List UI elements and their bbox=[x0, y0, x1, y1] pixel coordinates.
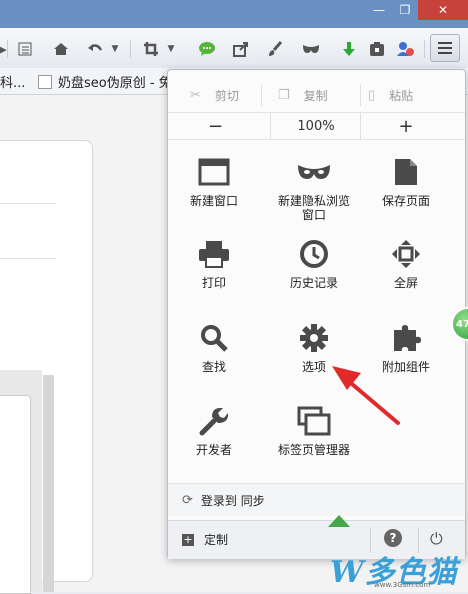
watermark-url: www.3Gsm.com bbox=[374, 581, 431, 589]
bookmark-item[interactable]: 科... bbox=[0, 72, 25, 91]
puzzle-icon bbox=[360, 322, 452, 354]
tile-label: 保存页面 bbox=[381, 194, 430, 208]
save-icon[interactable] bbox=[366, 38, 388, 60]
tile-label: 标签页管理器 bbox=[277, 443, 350, 457]
tile-history[interactable]: 历史记录 bbox=[268, 238, 360, 290]
tile-label: 新建隐私浏览窗口 bbox=[277, 194, 350, 222]
private-mask-icon bbox=[268, 156, 360, 188]
crop-dropdown-icon[interactable]: ▼ bbox=[164, 38, 178, 60]
bookmark-label: 奶盘seo伪原创 - 免 bbox=[58, 76, 172, 91]
tab-manager-icon bbox=[268, 405, 360, 437]
tile-tab-manager[interactable]: 标签页管理器 bbox=[268, 405, 360, 457]
fullscreen-icon bbox=[360, 238, 452, 270]
green-triangle-icon bbox=[328, 515, 350, 527]
zoom-in-button[interactable]: + bbox=[361, 113, 451, 139]
tile-label: 新建窗口 bbox=[189, 194, 238, 208]
tile-save-page[interactable]: 保存页面 bbox=[360, 156, 452, 208]
tile-label: 附加组件 bbox=[381, 360, 430, 374]
sync-label: ⟳ 登录到 同步 bbox=[182, 493, 265, 508]
brush-icon[interactable] bbox=[264, 38, 286, 60]
save-page-icon bbox=[360, 156, 452, 188]
paste-button[interactable]: ▯ 粘贴 bbox=[368, 82, 413, 108]
person-icon[interactable] bbox=[394, 38, 416, 60]
gear-icon bbox=[268, 322, 360, 354]
customize-button[interactable]: + 定制 bbox=[182, 531, 228, 548]
tile-developer[interactable]: 开发者 bbox=[168, 405, 260, 457]
plus-icon: + bbox=[182, 532, 194, 546]
search-icon bbox=[168, 322, 260, 354]
copy-label: 复制 bbox=[303, 88, 328, 103]
chat-icon[interactable] bbox=[196, 38, 218, 60]
zoom-row: − 100% + bbox=[168, 112, 465, 140]
copy-icon: ❐ bbox=[278, 87, 290, 103]
list-icon[interactable] bbox=[14, 38, 36, 60]
tile-label: 开发者 bbox=[195, 443, 232, 457]
home-icon[interactable] bbox=[50, 38, 72, 60]
tile-private-window[interactable]: 新建隐私浏览窗口 bbox=[268, 156, 360, 222]
paste-label: 粘贴 bbox=[389, 88, 414, 103]
tile-label: 打印 bbox=[201, 276, 226, 290]
customize-label: 定制 bbox=[204, 533, 229, 547]
scissors-icon: ✂ bbox=[190, 87, 201, 103]
title-bar: — ❐ ✕ bbox=[0, 0, 468, 28]
scrollbar[interactable] bbox=[43, 375, 54, 592]
copy-button[interactable]: ❐ 复制 bbox=[278, 82, 328, 108]
tile-print[interactable]: 打印 bbox=[168, 238, 260, 290]
printer-icon bbox=[168, 238, 260, 270]
clipboard-icon: ▯ bbox=[368, 87, 376, 103]
tile-label: 选项 bbox=[301, 360, 326, 374]
mask-icon[interactable] bbox=[300, 38, 322, 60]
edit-row: ✂ 剪切 ❐ 复制 ▯ 粘贴 bbox=[168, 82, 465, 108]
sync-row[interactable]: ⟳ 登录到 同步 bbox=[168, 483, 465, 516]
wrench-icon bbox=[168, 405, 260, 437]
app-menu-panel: ✂ 剪切 ❐ 复制 ▯ 粘贴 − 100% + 新建窗口 新建隐私浏览窗口 保存… bbox=[167, 69, 466, 559]
history-clock-icon bbox=[268, 238, 360, 270]
zoom-level[interactable]: 100% bbox=[271, 113, 361, 139]
cut-label: 剪切 bbox=[214, 88, 239, 103]
share-icon[interactable] bbox=[230, 38, 252, 60]
cut-button[interactable]: ✂ 剪切 bbox=[190, 82, 239, 108]
menu-hamburger-button[interactable] bbox=[430, 34, 460, 62]
sync-icon: ⟳ bbox=[182, 493, 193, 508]
bookmark-item[interactable]: 奶盘seo伪原创 - 免 bbox=[38, 72, 172, 91]
tile-options[interactable]: 选项 bbox=[268, 322, 360, 374]
new-window-icon bbox=[168, 156, 260, 188]
tile-fullscreen[interactable]: 全屏 bbox=[360, 238, 452, 290]
tile-addons[interactable]: 附加组件 bbox=[360, 322, 452, 374]
tile-label: 全屏 bbox=[393, 276, 418, 290]
download-icon[interactable] bbox=[338, 38, 360, 60]
back-edge-icon[interactable]: ▸ bbox=[0, 38, 7, 60]
tile-find[interactable]: 查找 bbox=[168, 322, 260, 374]
inner-frame bbox=[0, 395, 31, 594]
page-icon bbox=[38, 74, 52, 89]
zoom-out-button[interactable]: − bbox=[208, 113, 223, 139]
close-button[interactable]: ✕ bbox=[418, 0, 468, 20]
browser-toolbar: ▸ ▼ ▼ bbox=[0, 28, 468, 69]
tile-label: 历史记录 bbox=[289, 276, 338, 290]
crop-icon[interactable] bbox=[140, 38, 162, 60]
tile-label: 查找 bbox=[201, 360, 226, 374]
minimize-button[interactable]: — bbox=[366, 0, 392, 20]
tile-new-window[interactable]: 新建窗口 bbox=[168, 156, 260, 208]
maximize-button[interactable]: ❐ bbox=[392, 0, 418, 20]
watermark-logo: W多色猫 www.3Gsm.com bbox=[312, 543, 468, 592]
undo-icon[interactable] bbox=[84, 38, 106, 60]
undo-dropdown-icon[interactable]: ▼ bbox=[108, 38, 122, 60]
